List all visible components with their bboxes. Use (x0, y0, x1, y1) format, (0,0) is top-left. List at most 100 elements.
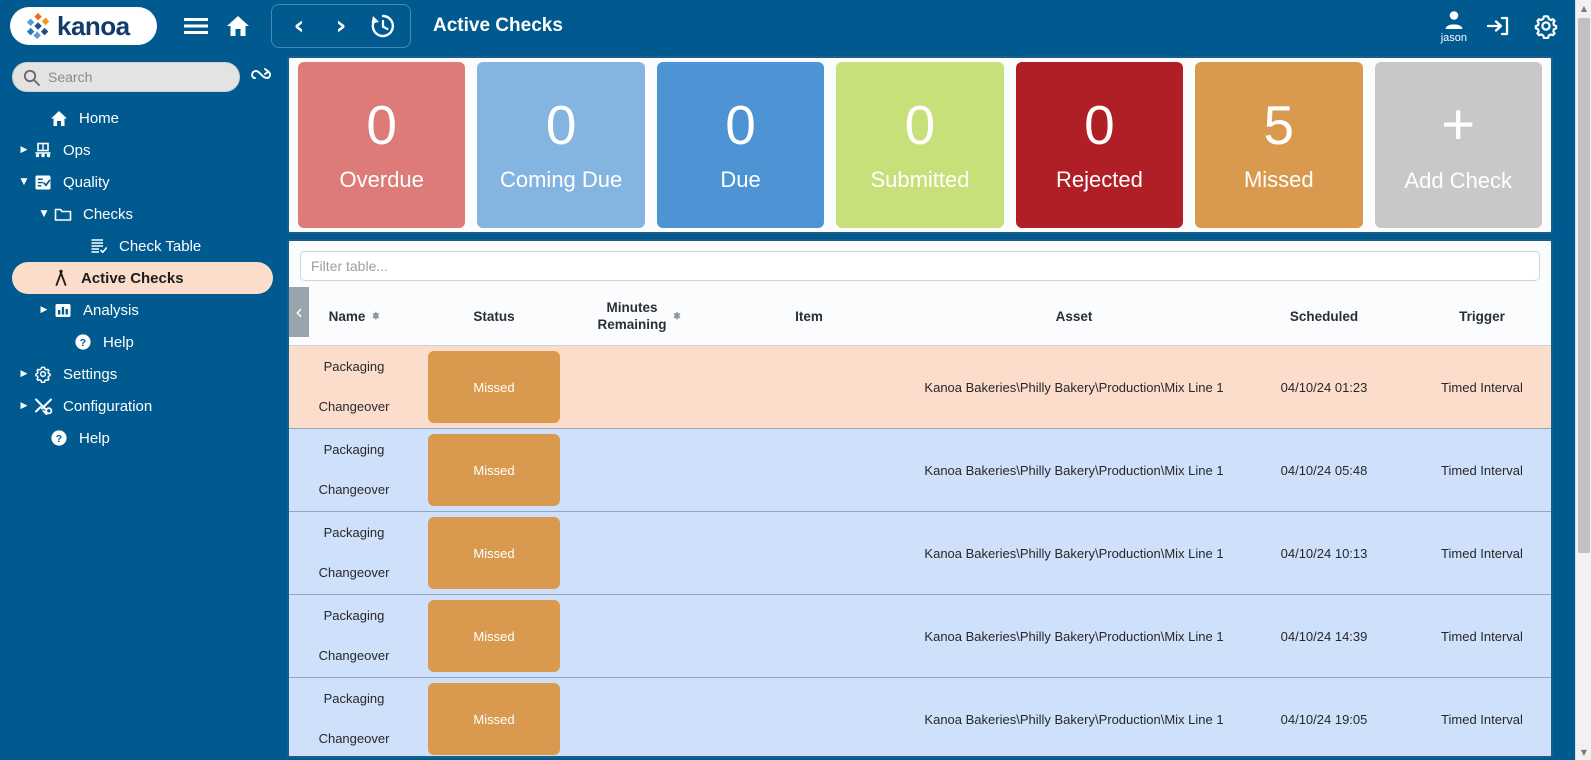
search-input[interactable] (48, 69, 229, 85)
cell-name: Packaging Changeover (289, 594, 419, 678)
sort-toggle-minutes-remaining[interactable]: ▲ ▼ (674, 311, 681, 322)
cell-item (709, 428, 909, 512)
loop-arrow-icon[interactable] (250, 65, 274, 90)
cell-name-line1: Packaging (323, 691, 385, 706)
sidebar-item-check-table[interactable]: Check Table (0, 230, 285, 262)
hamburger-icon[interactable] (179, 9, 213, 43)
status-badge[interactable]: Missed (428, 600, 560, 672)
svg-text:?: ? (80, 337, 86, 349)
column-header-scheduled[interactable]: Scheduled (1239, 289, 1409, 346)
cell-name-line1: Packaging (323, 359, 385, 374)
cell-item (709, 511, 909, 595)
kpi-card-overdue[interactable]: 0 Overdue (298, 62, 466, 228)
column-header-minutes-line1: Minutes (606, 300, 658, 315)
column-header-asset[interactable]: Asset (909, 289, 1239, 346)
tools-icon (32, 396, 54, 416)
search-box[interactable] (12, 62, 240, 92)
column-header-status[interactable]: Status (419, 289, 569, 346)
table-row[interactable]: Packaging Changeover Missed Kanoa Bakeries\… (289, 511, 1551, 595)
top-bar-right-actions: jason (1441, 9, 1563, 44)
application-window: kanoa ‹ › Active Checks jason Search Hom… (0, 0, 1591, 760)
caret-spacer (72, 238, 88, 254)
sidebar-item-ops[interactable]: ▶ Ops (0, 134, 285, 166)
kpi-card-rejected[interactable]: 0 Rejected (1015, 62, 1184, 228)
cell-minutes-remaining (569, 428, 709, 512)
home-icon[interactable] (221, 9, 255, 43)
kanoa-logo[interactable]: kanoa (10, 7, 157, 45)
history-button[interactable] (362, 6, 404, 46)
kpi-value: 0 (904, 93, 936, 156)
main-content: 0 Overdue 0 Coming Due 0 Due 0 Submitted 0 Reject… (285, 52, 1559, 760)
column-header-minutes-remaining[interactable]: Minutes Remaining ▲ ▼ (569, 289, 709, 346)
caret-spacer (56, 334, 72, 350)
cell-status: Missed (419, 345, 569, 429)
cell-name: Packaging Changeover (289, 345, 419, 429)
chevron-right-icon[interactable]: ▶ (16, 142, 32, 158)
kpi-card-due[interactable]: 0 Due (656, 62, 825, 228)
kpi-card-missed[interactable]: 5 Missed (1195, 62, 1363, 228)
sidebar-item-label: Ops (63, 141, 91, 159)
chevron-right-icon[interactable]: ▶ (36, 302, 52, 318)
cell-item (709, 594, 909, 678)
scroll-up-arrow[interactable]: ▲ (1576, 0, 1591, 16)
loop-arrow-glyph (251, 67, 272, 79)
table-row[interactable]: Packaging Changeover Missed Kanoa Bakeries\… (289, 594, 1551, 678)
table-row[interactable]: Packaging Changeover Missed Kanoa Bakeries\… (289, 428, 1551, 512)
status-badge[interactable]: Missed (428, 517, 560, 589)
status-badge[interactable]: Missed (428, 683, 560, 755)
forward-button[interactable]: › (320, 6, 362, 46)
search-icon (23, 69, 40, 86)
chevron-down-icon[interactable]: ▼ (36, 206, 52, 222)
scrollbar-thumb[interactable] (1578, 18, 1590, 553)
sidebar-item-home[interactable]: Home (0, 102, 285, 134)
sidebar-item-help[interactable]: ? Help (0, 422, 285, 454)
table-row[interactable]: Packaging Changeover Missed Kanoa Bakeries\… (289, 677, 1551, 756)
status-badge[interactable]: Missed (428, 351, 560, 423)
kpi-card-submitted[interactable]: 0 Submitted (836, 62, 1004, 228)
column-header-item[interactable]: Item (709, 289, 909, 346)
chevron-down-icon[interactable]: ▼ (16, 174, 32, 190)
user-menu[interactable]: jason (1441, 9, 1467, 44)
cell-name-line2: Changeover (318, 399, 390, 414)
sidebar-item-settings[interactable]: ▶ Settings (0, 358, 285, 390)
kpi-card-coming-due[interactable]: 0 Coming Due (477, 62, 645, 228)
column-header-trigger[interactable]: Trigger (1409, 289, 1551, 346)
sidebar-item-quality[interactable]: ▼ Quality (0, 166, 285, 198)
sidebar-search-row (0, 52, 285, 92)
column-header-name-label: Name (328, 308, 366, 324)
sidebar: Home ▶ Ops ▼ Quality ▼ Checks Check Table Active… (0, 52, 285, 760)
sidebar-item-configuration[interactable]: ▶ Configuration (0, 390, 285, 422)
sidebar-item-analysis[interactable]: ▶ Analysis (0, 294, 285, 326)
logout-button[interactable] (1481, 9, 1515, 43)
sidebar-item-checks[interactable]: ▼ Checks (0, 198, 285, 230)
cell-minutes-remaining (569, 677, 709, 756)
sidebar-item-label: Active Checks (81, 269, 184, 287)
cell-name-line2: Changeover (318, 565, 390, 580)
sort-toggle-name[interactable]: ▲ ▼ (372, 311, 379, 322)
page-scrollbar[interactable]: ▲ ▼ (1575, 0, 1591, 760)
kpi-label: Add Check (1404, 168, 1513, 193)
active-checks-table: Name ▲ ▼ Status Minutes Remaining ▲ ▼ It… (289, 289, 1551, 756)
chevron-right-icon[interactable]: ▶ (16, 366, 32, 382)
back-button[interactable]: ‹ (278, 6, 320, 46)
chevron-right-icon[interactable]: ▶ (16, 398, 32, 414)
panel-collapse-handle[interactable]: ‹ (289, 287, 309, 337)
cell-scheduled: 04/10/24 10:13 (1239, 511, 1409, 595)
sidebar-item-help[interactable]: ? Help (0, 326, 285, 358)
logout-icon (1486, 16, 1509, 36)
checks-table-panel: ‹ Name ▲ ▼ (287, 239, 1553, 758)
filter-table-input[interactable] (300, 251, 1540, 281)
settings-button[interactable] (1529, 9, 1563, 43)
scroll-down-arrow[interactable]: ▼ (1576, 744, 1591, 760)
kpi-label: Missed (1243, 166, 1314, 192)
kpi-label: Due (720, 166, 761, 192)
column-header-status-label: Status (473, 308, 515, 324)
sidebar-item-active-checks[interactable]: Active Checks (12, 262, 273, 294)
clipboard-icon (32, 172, 54, 192)
table-row[interactable]: Packaging Changeover Missed Kanoa Bakeries\… (289, 345, 1551, 429)
cell-name-line1: Packaging (323, 608, 385, 623)
cell-scheduled: 04/10/24 01:23 (1239, 345, 1409, 429)
conveyor-icon (32, 140, 54, 160)
status-badge[interactable]: Missed (428, 434, 560, 506)
kpi-card-add-check[interactable]: + Add Check (1374, 62, 1542, 228)
